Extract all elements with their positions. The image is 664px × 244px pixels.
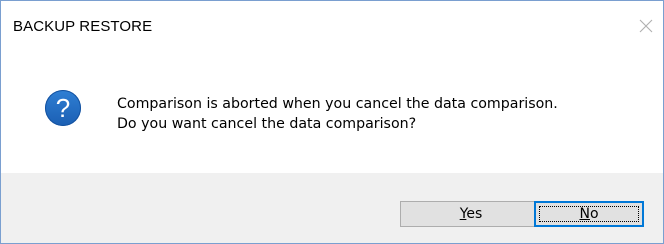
message-line-2: Do you want cancel the data comparison?: [117, 116, 417, 132]
dialog-title: BACKUP RESTORE: [13, 18, 153, 35]
message-line-1: Comparison is aborted when you cancel th…: [117, 96, 558, 112]
button-bar: Yes No: [1, 173, 663, 243]
title-bar: BACKUP RESTORE: [1, 1, 663, 61]
yes-button-label: Yes: [459, 206, 483, 222]
close-icon[interactable]: [635, 15, 657, 37]
message-dialog: BACKUP RESTORE ? Comparison is aborted w…: [0, 0, 664, 244]
dialog-message: Comparison is aborted when you cancel th…: [117, 94, 558, 134]
no-button[interactable]: No: [534, 201, 644, 227]
question-icon: ?: [45, 90, 81, 126]
yes-button[interactable]: Yes: [400, 201, 542, 227]
dialog-body: ? Comparison is aborted when you cancel …: [1, 61, 663, 173]
focus-rectangle: [539, 206, 639, 222]
